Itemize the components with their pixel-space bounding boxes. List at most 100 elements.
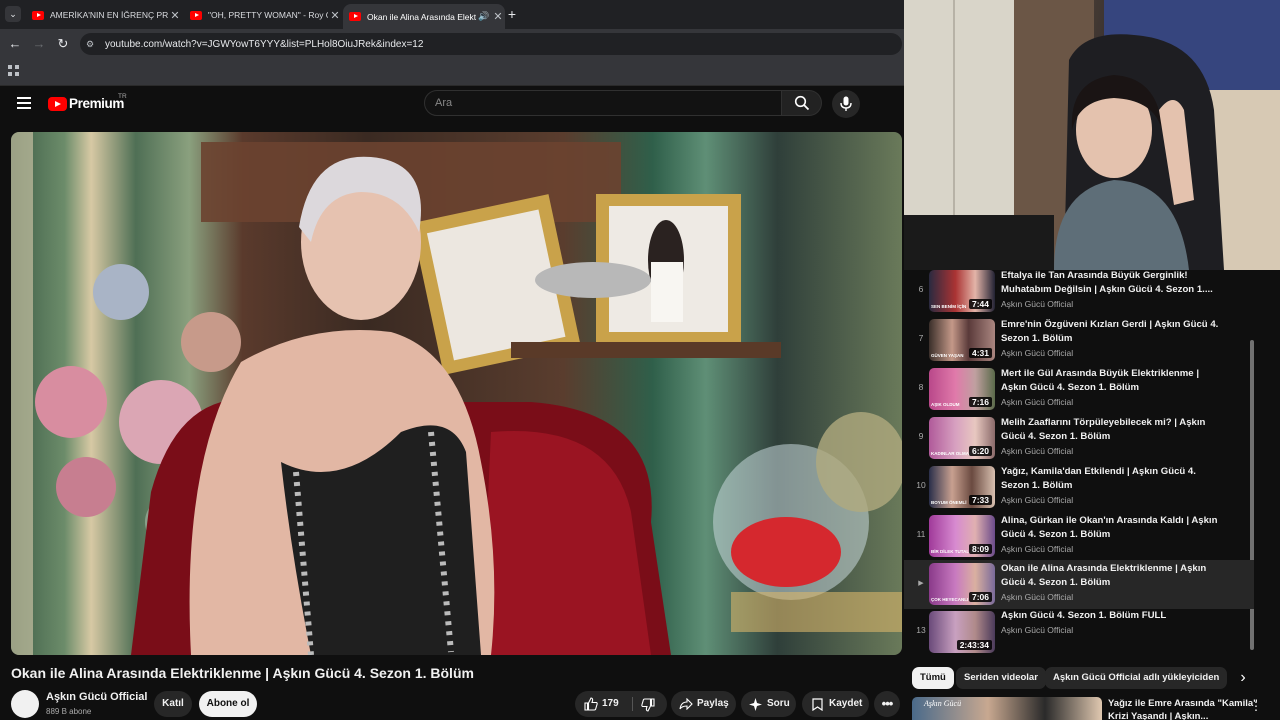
subscribe-button[interactable]: Abone ol xyxy=(199,691,257,717)
webcam-overlay xyxy=(904,0,1280,270)
video-player[interactable] xyxy=(11,132,902,655)
arrow-left-icon: ← xyxy=(8,36,22,51)
tab-search-button[interactable]: ⌄ xyxy=(5,6,21,22)
playlist-item-channel: Aşkın Gücü Official xyxy=(1001,348,1074,358)
like-button[interactable]: 179 xyxy=(575,691,631,717)
youtube-favicon-icon xyxy=(190,10,202,20)
playlist-item-title: Melih Zaaflarını Törpüleyebilecek mi? | … xyxy=(1001,417,1206,442)
browser-tab-active[interactable]: Okan ile Alina Arasında Elekt 🔊 ✕ xyxy=(343,4,505,29)
thumbnail-caption: ÇOK HEYECANLI xyxy=(931,597,969,602)
forward-button[interactable]: → xyxy=(30,35,48,53)
search-icon xyxy=(794,95,810,111)
channel-avatar[interactable] xyxy=(11,690,39,718)
playlist-item[interactable]: 6 SEN BENİM İÇİN 7:44 Eftalya ile Tan Ar… xyxy=(904,268,1254,316)
duration-badge: 7:16 xyxy=(968,397,992,407)
join-button[interactable]: Katıl xyxy=(154,691,192,717)
speaker-icon[interactable]: 🔊 xyxy=(477,11,491,22)
share-button[interactable]: Paylaş xyxy=(671,691,736,717)
close-icon[interactable]: ✕ xyxy=(328,9,342,22)
plus-icon: + xyxy=(507,6,517,22)
arrow-right-icon: → xyxy=(32,36,46,51)
voice-search-button[interactable] xyxy=(832,90,860,118)
playlist-item-title: Emre'nin Özgüveni Kızları Gerdi | Aşkın … xyxy=(1001,319,1219,344)
browser-tab[interactable]: AMERİKA'NIN EN İĞRENÇ PRO ✕ xyxy=(28,3,182,27)
channel-name[interactable]: Aşkın Gücü Official xyxy=(46,691,147,703)
duration-badge: 7:33 xyxy=(968,495,992,505)
youtube-logo[interactable]: Premium TR xyxy=(48,93,138,114)
video-thumbnail: ÇOK HEYECANLI 7:06 xyxy=(929,563,995,605)
reload-button[interactable]: ↻ xyxy=(54,35,72,53)
tab-title: Okan ile Alina Arasında Elekt xyxy=(367,11,477,22)
playlist-item[interactable]: 7 GÜVEN YAŞAN 4:31 Emre'nin Özgüveni Kız… xyxy=(904,317,1254,365)
site-settings-icon[interactable]: ⚙ xyxy=(86,39,100,50)
thumbnail-caption: GÜVEN YAŞAN xyxy=(931,353,964,358)
search-button[interactable] xyxy=(782,90,822,116)
microphone-icon xyxy=(840,96,852,111)
video-thumbnail: BİR DİLEK TUTALIM 8:09 xyxy=(929,515,995,557)
playlist-item-channel: Aşkın Gücü Official xyxy=(1001,495,1074,505)
logo-text: Premium xyxy=(69,96,124,111)
youtube-favicon-icon xyxy=(32,10,44,20)
video-thumbnail: KADINLAR OLMAZ 6:20 xyxy=(929,417,995,459)
subscriber-count: 889 B abone xyxy=(46,707,92,716)
duration-badge: 4:31 xyxy=(968,348,992,358)
thumbnail-caption: Aşkın Gücü xyxy=(924,699,962,708)
video-frame-image xyxy=(11,132,902,655)
playlist-item[interactable]: 13 2:43:34 Aşkın Gücü 4. Sezon 1. Bölüm … xyxy=(904,609,1254,657)
search-input[interactable]: Ara xyxy=(424,90,782,116)
playlist-item-title: Alina, Gürkan ile Okan'ın Arasında Kaldı… xyxy=(1001,515,1218,540)
duration-badge: 6:20 xyxy=(968,446,992,456)
address-bar[interactable]: ⚙ youtube.com/watch?v=JGWYowT6YYY&list=P… xyxy=(80,33,902,55)
duration-badge: 7:06 xyxy=(968,592,992,602)
playlist-item-channel: Aşkın Gücü Official xyxy=(1001,625,1074,635)
playlist-item-channel: Aşkın Gücü Official xyxy=(1001,397,1074,407)
playlist-item-title: Mert ile Gül Arasında Büyük Elektriklenm… xyxy=(1001,368,1199,393)
dislike-button[interactable] xyxy=(633,691,667,717)
bookmarks-bar xyxy=(0,59,904,86)
playlist-item-title: Aşkın Gücü 4. Sezon 1. Bölüm FULL xyxy=(1001,610,1167,621)
chip-all[interactable]: Tümü xyxy=(912,667,954,689)
chips-next-button[interactable]: › xyxy=(1232,667,1254,689)
more-options-icon[interactable]: ⋮ xyxy=(1250,699,1262,713)
reload-icon: ↻ xyxy=(57,36,69,51)
youtube-play-icon xyxy=(48,97,67,111)
save-button[interactable]: Kaydet xyxy=(802,691,869,717)
recommendation-item[interactable]: Aşkın Gücü Yağız ile Emre Arasında "Kami… xyxy=(912,697,1274,720)
recommendation-title: Yağız ile Emre Arasında "Kamila" Krizi Y… xyxy=(1108,698,1258,720)
thumbs-up-icon xyxy=(584,697,598,711)
thumbnail-caption: BOYUM ÖNEMLİ xyxy=(931,500,967,505)
ask-button[interactable]: Soru xyxy=(741,691,796,717)
chip-uploader-videos[interactable]: Aşkın Gücü Official adlı yükleyiciden xyxy=(1045,667,1228,689)
back-button[interactable]: ← xyxy=(6,35,24,53)
save-label: Kaydet xyxy=(829,698,863,709)
playlist-item-current[interactable]: ▶ ÇOK HEYECANLI 7:06 Okan ile Alina Aras… xyxy=(904,560,1254,609)
playlist-item-channel: Aşkın Gücü Official xyxy=(1001,299,1074,309)
chip-series-videos[interactable]: Seriden videolar xyxy=(956,667,1046,689)
playlist-item-title: Okan ile Alina Arasında Elektriklenme | … xyxy=(1001,563,1207,588)
sparkle-icon xyxy=(749,698,762,711)
new-tab-button[interactable]: + xyxy=(504,5,520,23)
url-text: youtube.com/watch?v=JGWYowT6YYY&list=PLH… xyxy=(105,38,424,50)
playlist-item-channel: Aşkın Gücü Official xyxy=(1001,446,1074,456)
close-icon[interactable]: ✕ xyxy=(491,10,505,23)
video-thumbnail: SEN BENİM İÇİN 7:44 xyxy=(929,270,995,312)
recommendation-thumbnail: Aşkın Gücü xyxy=(912,697,1102,720)
browser-tab[interactable]: "OH, PRETTY WOMAN" - Roy O ✕ xyxy=(186,3,342,27)
duration-badge: 7:44 xyxy=(968,299,992,309)
playlist-item[interactable]: 9 KADINLAR OLMAZ 6:20 Melih Zaaflarını T… xyxy=(904,415,1254,463)
playlist-item[interactable]: 10 BOYUM ÖNEMLİ 7:33 Yağız, Kamila'dan E… xyxy=(904,464,1254,512)
playlist-item[interactable]: 8 AŞIK OLDUM 7:16 Mert ile Gül Arasında … xyxy=(904,366,1254,414)
tab-title: "OH, PRETTY WOMAN" - Roy O xyxy=(208,10,328,20)
playlist-item[interactable]: 11 BİR DİLEK TUTALIM 8:09 Alina, Gürkan … xyxy=(904,513,1254,561)
like-count: 179 xyxy=(602,698,619,709)
more-actions-button[interactable]: ••• xyxy=(874,691,900,717)
playlist-item-channel: Aşkın Gücü Official xyxy=(1001,592,1074,602)
video-thumbnail: AŞIK OLDUM 7:16 xyxy=(929,368,995,410)
menu-button[interactable] xyxy=(17,97,31,109)
chevron-right-icon: › xyxy=(1240,669,1246,686)
youtube-favicon-icon xyxy=(349,12,361,21)
share-icon xyxy=(679,698,693,710)
apps-grid-icon[interactable] xyxy=(8,65,19,76)
browser-tab-strip: ⌄ AMERİKA'NIN EN İĞRENÇ PRO ✕ "OH, PRETT… xyxy=(0,0,904,29)
close-icon[interactable]: ✕ xyxy=(168,9,182,22)
